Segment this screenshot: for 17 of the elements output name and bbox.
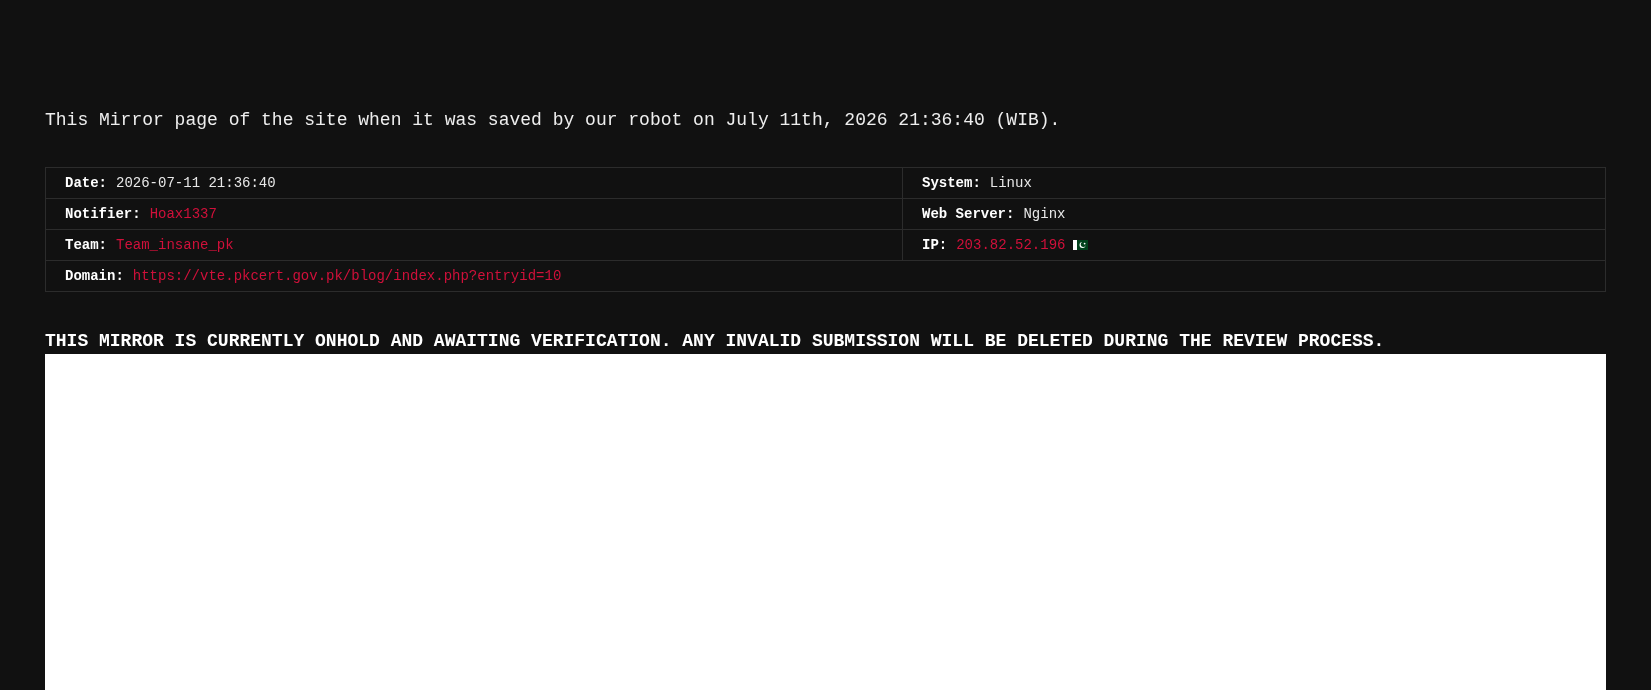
field-label: Notifier: (65, 205, 141, 222)
ip-link[interactable]: 203.82.52.196 (956, 236, 1066, 253)
field-label: Domain: (65, 267, 124, 284)
value-link[interactable]: https://vte.pkcert.gov.pk/blog/index.php?entryid=10 (132, 267, 562, 284)
field-label: Team: (65, 236, 107, 253)
value-link[interactable]: Team_insane_pk (116, 236, 234, 253)
value-link[interactable]: Hoax1337 (149, 205, 217, 222)
flag-icon (1073, 239, 1089, 250)
field-label: IP: (922, 236, 948, 253)
field-label: Web Server: (922, 205, 1015, 222)
field-value: 2026-07-11 21:36:40 (116, 174, 276, 191)
field-label: Date: (65, 174, 107, 191)
field-value: Nginx (1023, 205, 1066, 222)
field-value: Linux (989, 174, 1032, 191)
field-label: System: (922, 174, 981, 191)
intro-text: This Mirror page of the site when it was saved by our robot on July 11th, 2026 21:36:40 (WIB). (45, 109, 1062, 132)
notice-text: THIS MIRROR IS CURRENTLY ONHOLD AND AWAITING VERIFICATION. ANY INVALID SUBMISSION WILL BE DELETED DURING THE REVIEW PROCESS. (45, 330, 1386, 353)
